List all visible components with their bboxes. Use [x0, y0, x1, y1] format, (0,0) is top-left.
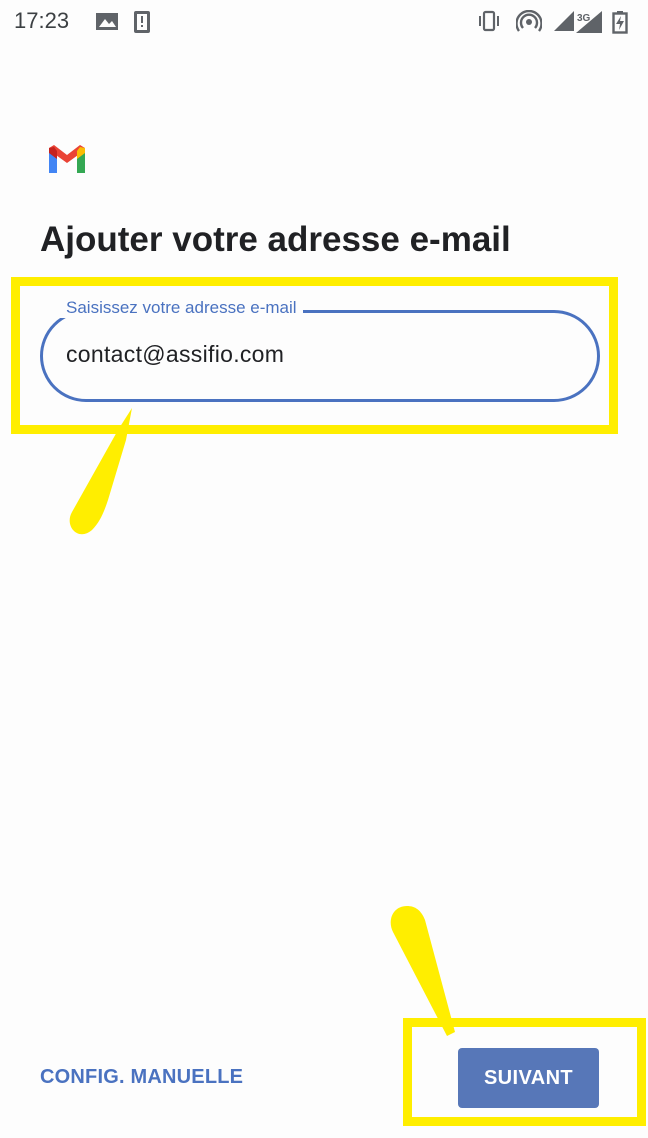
status-time: 17:23	[14, 8, 70, 33]
status-bar: 17:23 3G	[0, 0, 648, 44]
signal-3g-icon: 3G	[574, 10, 604, 39]
gallery-icon	[95, 10, 119, 37]
page-title: Ajouter votre adresse e-mail	[40, 220, 511, 259]
pointer-arrow-email	[69, 408, 132, 535]
next-button[interactable]: SUIVANT	[458, 1048, 599, 1108]
screen: 17:23 3G Ajouter votre adresse e-mail Sa…	[0, 0, 648, 1138]
alert-icon	[133, 10, 151, 39]
hotspot-icon	[515, 9, 543, 39]
svg-text:3G: 3G	[577, 13, 591, 24]
manual-config-button[interactable]: CONFIG. MANUELLE	[40, 1066, 243, 1089]
gmail-logo-icon	[46, 144, 88, 176]
pointer-arrow-next	[390, 906, 455, 1036]
vibrate-icon	[476, 10, 502, 37]
battery-charging-icon	[612, 10, 628, 39]
signal-icon	[552, 10, 576, 37]
